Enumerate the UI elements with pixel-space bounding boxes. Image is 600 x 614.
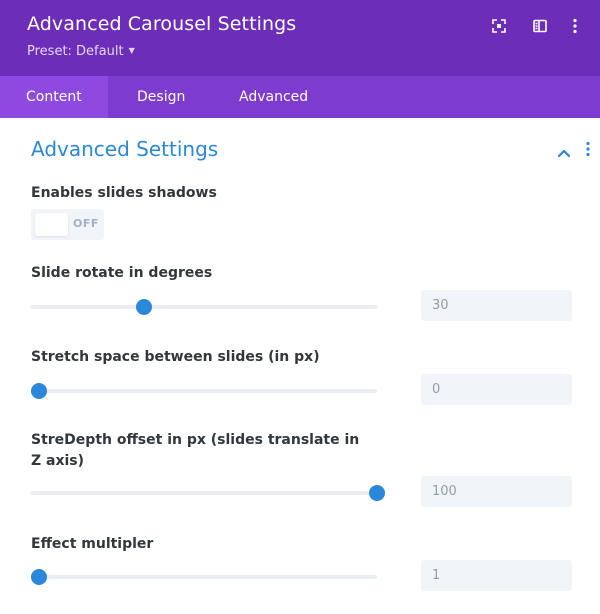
stretch-input[interactable]	[421, 374, 572, 405]
rotate-slider[interactable]	[31, 299, 377, 315]
modal-title: Advanced Carousel Settings	[27, 13, 297, 35]
tab-advanced[interactable]: Advanced	[213, 76, 334, 118]
chevron-up-icon[interactable]	[557, 143, 571, 158]
rotate-label: Slide rotate in degrees	[31, 265, 213, 281]
depth-label: StreDepth offset in px (slides translate…	[31, 432, 360, 469]
depth-slider[interactable]	[31, 485, 385, 501]
more-vertical-icon[interactable]	[584, 141, 592, 157]
rotate-slider-thumb[interactable]	[135, 299, 152, 315]
preset-label: Preset: Default	[27, 44, 124, 59]
more-vertical-icon[interactable]	[567, 18, 583, 34]
modal-header: Advanced Carousel Settings Preset: Defau…	[0, 0, 600, 76]
stretch-slider-thumb[interactable]	[31, 383, 47, 399]
stretch-label: Stretch space between slides (in px)	[31, 349, 320, 365]
stretch-slider[interactable]	[31, 383, 377, 399]
multiplier-input[interactable]	[421, 560, 572, 591]
section-title[interactable]: Advanced Settings	[31, 137, 218, 161]
toggle-knob	[35, 213, 68, 236]
expand-icon[interactable]	[491, 18, 507, 34]
tab-design[interactable]: Design	[111, 76, 211, 118]
caret-down-icon: ▼	[128, 46, 135, 55]
tab-bar: Content Design Advanced	[0, 76, 600, 118]
depth-input[interactable]	[421, 476, 572, 507]
depth-slider-thumb[interactable]	[369, 485, 385, 501]
multiplier-slider-thumb[interactable]	[31, 569, 47, 585]
tab-content[interactable]: Content	[0, 76, 108, 118]
shadows-toggle[interactable]: OFF	[31, 209, 104, 240]
toggle-state: OFF	[73, 217, 99, 230]
sidebar-toggle-icon[interactable]	[532, 18, 548, 34]
multiplier-slider[interactable]	[31, 569, 377, 585]
multiplier-label: Effect multipler	[31, 536, 154, 552]
preset-dropdown[interactable]: Preset: Default ▼	[27, 44, 135, 59]
rotate-input[interactable]	[421, 290, 572, 321]
shadows-label: Enables slides shadows	[31, 185, 217, 201]
